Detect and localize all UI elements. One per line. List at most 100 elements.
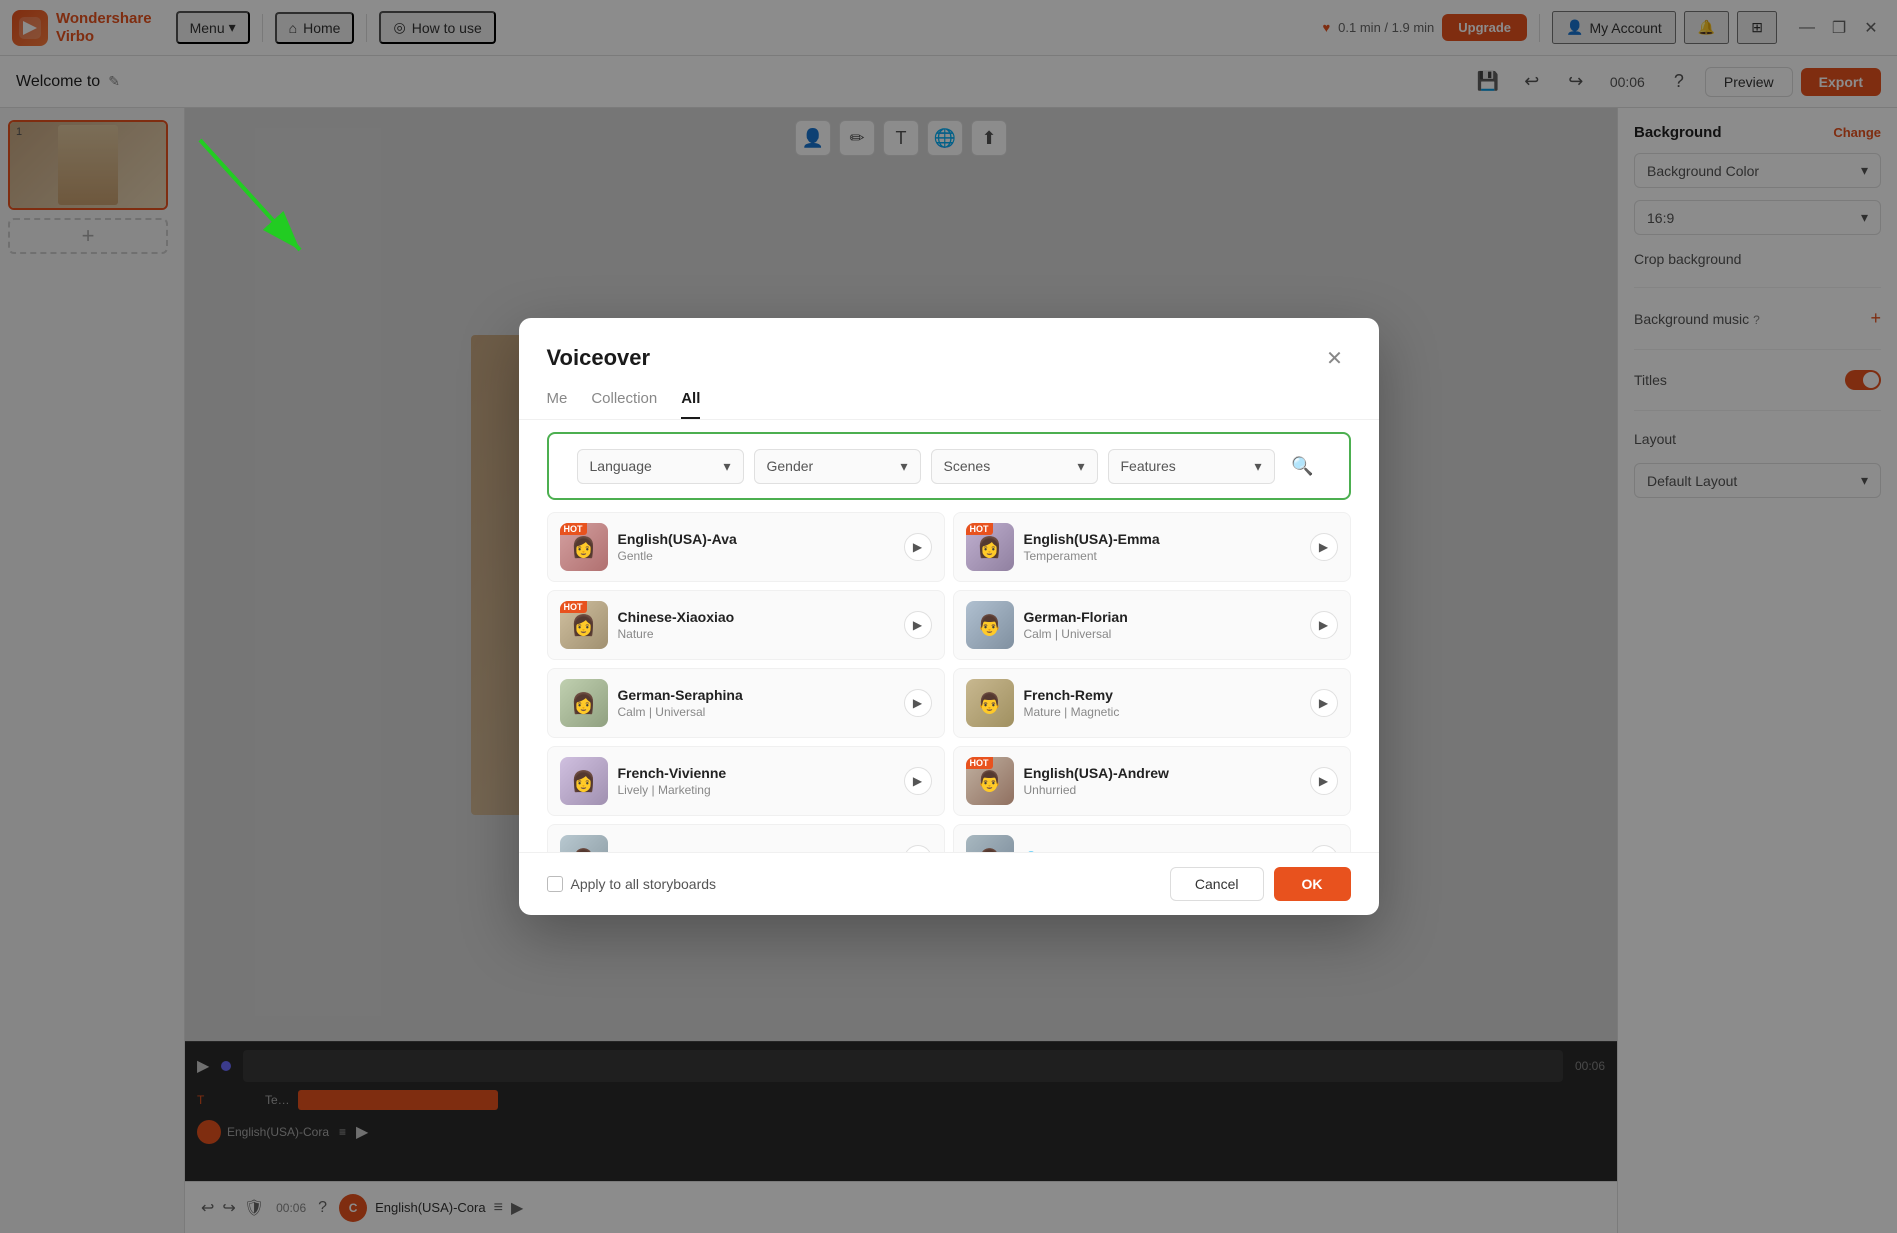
- voice-desc-ava: Gentle: [618, 549, 894, 563]
- hot-badge-emma: HOT: [966, 523, 993, 535]
- voice-avatar-ava: HOT 👩: [560, 523, 608, 571]
- voice-avatar-remy: 👨: [966, 679, 1014, 727]
- voice-info-florian: German-Florian Calm | Universal: [1024, 609, 1300, 641]
- voice-name-patrick: 🌐 Patrick: [1024, 850, 1300, 852]
- voice-desc-andrew: Unhurried: [1024, 783, 1300, 797]
- voice-card-patrick[interactable]: 👨 🌐 Patrick ▶: [953, 824, 1351, 852]
- voice-card-vivienne[interactable]: 👩 French-Vivienne Lively | Marketing ▶: [547, 746, 945, 816]
- voice-desc-florian: Calm | Universal: [1024, 627, 1300, 641]
- voice-name-ava: English(USA)-Ava: [618, 531, 894, 547]
- play-icon: ▶: [1319, 618, 1328, 632]
- hot-badge-xiaoxiao: HOT: [560, 601, 587, 613]
- gender-chevron: ▾: [900, 458, 907, 475]
- play-emma-button[interactable]: ▶: [1310, 533, 1338, 561]
- modal-overlay: Voiceover ✕ Me Collection All Language ▾…: [0, 0, 1897, 1233]
- voice-card-florian[interactable]: 👨 German-Florian Calm | Universal ▶: [953, 590, 1351, 660]
- play-patrick-button[interactable]: ▶: [1310, 845, 1338, 852]
- voice-desc-seraphina: Calm | Universal: [618, 705, 894, 719]
- play-florian-button[interactable]: ▶: [1310, 611, 1338, 639]
- voiceover-dialog: Voiceover ✕ Me Collection All Language ▾…: [519, 318, 1379, 915]
- voice-name-vivienne: French-Vivienne: [618, 765, 894, 781]
- voice-card-remy[interactable]: 👨 French-Remy Mature | Magnetic ▶: [953, 668, 1351, 738]
- voice-name-andrew: English(USA)-Andrew: [1024, 765, 1300, 781]
- apply-all-label: Apply to all storyboards: [571, 876, 717, 892]
- footer-buttons: Cancel OK: [1170, 867, 1351, 901]
- voice-name-brian: English(USA)-Brian: [618, 850, 894, 852]
- play-xiaoxiao-button[interactable]: ▶: [904, 611, 932, 639]
- voice-info-seraphina: German-Seraphina Calm | Universal: [618, 687, 894, 719]
- language-label: Language: [590, 458, 652, 474]
- play-ava-button[interactable]: ▶: [904, 533, 932, 561]
- voice-name-emma: English(USA)-Emma: [1024, 531, 1300, 547]
- voice-avatar-brian: 👨: [560, 835, 608, 852]
- voice-name-seraphina: German-Seraphina: [618, 687, 894, 703]
- voice-desc-remy: Mature | Magnetic: [1024, 705, 1300, 719]
- green-arrow: [160, 120, 360, 320]
- voice-avatar-andrew: HOT 👨: [966, 757, 1014, 805]
- hot-badge-ava: HOT: [560, 523, 587, 535]
- voice-info-remy: French-Remy Mature | Magnetic: [1024, 687, 1300, 719]
- voice-info-brian: English(USA)-Brian: [618, 850, 894, 852]
- dialog-filters: Language ▾ Gender ▾ Scenes ▾ Features ▾ …: [547, 432, 1351, 500]
- close-icon: ✕: [1326, 346, 1343, 371]
- voice-info-xiaoxiao: Chinese-Xiaoxiao Nature: [618, 609, 894, 641]
- tab-all[interactable]: All: [681, 390, 700, 419]
- play-icon: ▶: [913, 618, 922, 632]
- play-brian-button[interactable]: ▶: [904, 845, 932, 852]
- hot-badge-andrew: HOT: [966, 757, 993, 769]
- language-filter[interactable]: Language ▾: [577, 449, 744, 484]
- play-seraphina-button[interactable]: ▶: [904, 689, 932, 717]
- voice-avatar-xiaoxiao: HOT 👩: [560, 601, 608, 649]
- play-icon: ▶: [913, 540, 922, 554]
- scenes-filter[interactable]: Scenes ▾: [931, 449, 1098, 484]
- play-icon: ▶: [913, 696, 922, 710]
- globe-icon: 🌐: [1024, 851, 1039, 852]
- play-andrew-button[interactable]: ▶: [1310, 767, 1338, 795]
- scenes-label: Scenes: [944, 458, 991, 474]
- play-icon: ▶: [913, 774, 922, 788]
- voice-avatar-emma: HOT 👩: [966, 523, 1014, 571]
- language-chevron: ▾: [723, 458, 730, 475]
- voice-card-emma[interactable]: HOT 👩 English(USA)-Emma Temperament ▶: [953, 512, 1351, 582]
- apply-all-checkbox[interactable]: [547, 876, 563, 892]
- play-icon: ▶: [1319, 696, 1328, 710]
- scenes-chevron: ▾: [1077, 458, 1084, 475]
- voice-card-ava[interactable]: HOT 👩 English(USA)-Ava Gentle ▶: [547, 512, 945, 582]
- features-label: Features: [1121, 458, 1176, 474]
- voice-name-florian: German-Florian: [1024, 609, 1300, 625]
- dialog-title: Voiceover: [547, 345, 651, 371]
- features-filter[interactable]: Features ▾: [1108, 449, 1275, 484]
- dialog-close-button[interactable]: ✕: [1319, 342, 1351, 374]
- tab-me[interactable]: Me: [547, 390, 568, 419]
- voice-desc-emma: Temperament: [1024, 549, 1300, 563]
- cancel-button[interactable]: Cancel: [1170, 867, 1264, 901]
- voice-avatar-florian: 👨: [966, 601, 1014, 649]
- voice-card-andrew[interactable]: HOT 👨 English(USA)-Andrew Unhurried ▶: [953, 746, 1351, 816]
- voice-name-xiaoxiao: Chinese-Xiaoxiao: [618, 609, 894, 625]
- ok-button[interactable]: OK: [1274, 867, 1351, 901]
- search-icon: 🔍: [1291, 456, 1313, 477]
- voice-desc-xiaoxiao: Nature: [618, 627, 894, 641]
- voice-card-seraphina[interactable]: 👩 German-Seraphina Calm | Universal ▶: [547, 668, 945, 738]
- apply-check-area: Apply to all storyboards: [547, 876, 717, 892]
- voice-avatar-seraphina: 👩: [560, 679, 608, 727]
- search-button[interactable]: 🔍: [1285, 448, 1321, 484]
- voice-card-xiaoxiao[interactable]: HOT 👩 Chinese-Xiaoxiao Nature ▶: [547, 590, 945, 660]
- dialog-tabs: Me Collection All: [519, 374, 1379, 420]
- voice-info-emma: English(USA)-Emma Temperament: [1024, 531, 1300, 563]
- dialog-footer: Apply to all storyboards Cancel OK: [519, 852, 1379, 915]
- voice-info-patrick: 🌐 Patrick: [1024, 850, 1300, 852]
- voice-info-vivienne: French-Vivienne Lively | Marketing: [618, 765, 894, 797]
- voice-card-brian[interactable]: 👨 English(USA)-Brian ▶: [547, 824, 945, 852]
- dialog-header: Voiceover ✕: [519, 318, 1379, 374]
- play-icon: ▶: [1319, 774, 1328, 788]
- voice-desc-vivienne: Lively | Marketing: [618, 783, 894, 797]
- play-vivienne-button[interactable]: ▶: [904, 767, 932, 795]
- tab-collection[interactable]: Collection: [591, 390, 657, 419]
- features-chevron: ▾: [1254, 458, 1261, 475]
- play-remy-button[interactable]: ▶: [1310, 689, 1338, 717]
- voice-list: HOT 👩 English(USA)-Ava Gentle ▶ HOT 👩 En…: [519, 512, 1379, 852]
- voice-avatar-vivienne: 👩: [560, 757, 608, 805]
- gender-label: Gender: [767, 458, 814, 474]
- gender-filter[interactable]: Gender ▾: [754, 449, 921, 484]
